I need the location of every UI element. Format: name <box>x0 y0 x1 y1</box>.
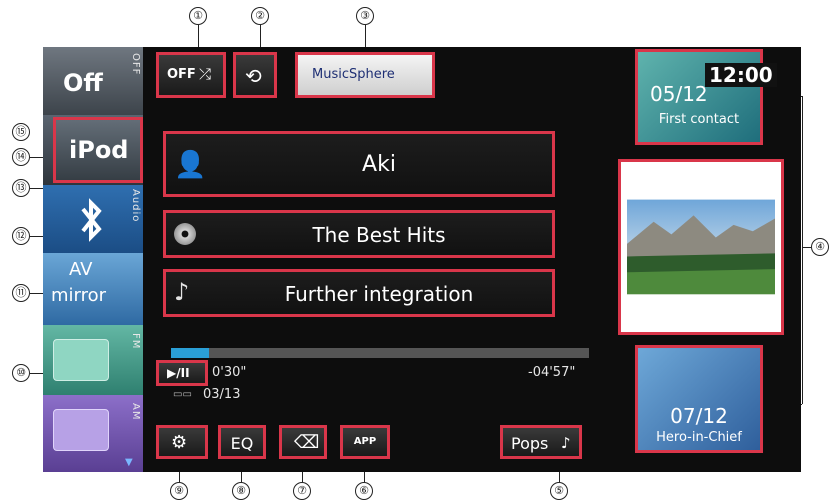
musicsphere-label: MusicSphere <box>312 67 395 82</box>
repeat-button[interactable]: ⟲ <box>233 52 277 98</box>
source-av-mirror-tile[interactable]: AV mirror <box>43 253 143 325</box>
music-note-icon: ♪ <box>174 278 190 306</box>
callout-9: ⑨ <box>170 482 188 500</box>
back-button[interactable]: ⌫ <box>279 425 327 459</box>
album-box[interactable]: The Best Hits <box>163 210 555 258</box>
source-bluetooth-tile[interactable]: Audio <box>43 185 143 253</box>
shuffle-icon: ⤮ <box>199 65 212 83</box>
bluetooth-icon <box>73 195 109 245</box>
device-screen: Off OFF iPod Audio AV mirror FM AM ▼ OFF… <box>43 47 801 472</box>
fm-radio-icon <box>53 339 109 381</box>
av-label: AV <box>69 259 93 280</box>
settings-button[interactable]: ⚙ <box>156 425 208 459</box>
source-am-tile[interactable]: AM ▼ <box>43 395 143 472</box>
album-name: The Best Hits <box>312 223 446 247</box>
progress-fill <box>171 348 209 358</box>
callout-6: ⑥ <box>355 482 373 500</box>
audio-vertical-label: Audio <box>130 189 141 223</box>
source-ipod-tile[interactable]: iPod <box>43 115 143 185</box>
callout-5: ⑤ <box>550 482 568 500</box>
callout-14: ⑭ <box>12 148 30 166</box>
source-ipod-label: iPod <box>69 136 129 164</box>
source-off-tile[interactable]: Off OFF <box>43 47 143 115</box>
callout-15: ⑮ <box>12 123 30 141</box>
remaining-time: -04'57" <box>528 365 576 380</box>
callout-8: ⑧ <box>232 482 250 500</box>
am-vertical-label: AM <box>130 403 141 421</box>
callout-3: ③ <box>356 7 374 25</box>
song-box[interactable]: ♪ Further integration <box>163 269 555 317</box>
shuffle-button[interactable]: OFF ⤮ <box>156 52 226 98</box>
track-counter-icon: ▭▭ <box>173 389 192 400</box>
shuffle-label: OFF <box>167 67 196 82</box>
album-art[interactable] <box>618 159 784 335</box>
song-title: Further integration <box>284 282 474 306</box>
gear-icon: ⚙ <box>171 432 188 453</box>
guitar-icon: ♪ <box>561 434 571 452</box>
eq-label: EQ <box>230 434 254 453</box>
scroll-down-icon[interactable]: ▼ <box>125 457 133 468</box>
play-pause-icon: ▶/II <box>167 366 190 380</box>
callout-7: ⑦ <box>293 482 311 500</box>
artist-name: Aki <box>362 152 396 177</box>
repeat-icon: ⟲ <box>245 64 262 88</box>
callout-12: ⑫ <box>12 227 30 245</box>
back-icon: ⌫ <box>294 432 320 453</box>
pops-eq-button[interactable]: Pops ♪ <box>500 425 582 459</box>
fm-vertical-label: FM <box>130 333 141 350</box>
mirror-label: mirror <box>51 285 107 306</box>
clock: 12:00 <box>705 63 777 87</box>
source-fm-tile[interactable]: FM <box>43 325 143 395</box>
play-pause-button[interactable]: ▶/II <box>156 360 208 386</box>
app-button[interactable]: APP <box>340 425 390 459</box>
track-number: 03/13 <box>203 387 241 402</box>
progress-track[interactable] <box>171 348 589 358</box>
callout-4: ④ <box>811 238 829 256</box>
lower-panel-date: 07/12 <box>670 404 728 428</box>
musicsphere-button[interactable]: MusicSphere <box>295 52 435 98</box>
lower-side-panel[interactable]: 07/12 Hero-in-Chief <box>635 345 763 453</box>
upper-panel-title: First contact <box>658 112 740 127</box>
callout-13: ⑬ <box>12 179 30 197</box>
callout-1: ① <box>189 7 207 25</box>
lower-panel-title: Hero-in-Chief <box>656 430 742 445</box>
album-art-image <box>627 168 775 326</box>
app-label: APP <box>353 436 377 447</box>
callout-11: ⑪ <box>12 284 30 302</box>
callout-10: ⑩ <box>12 364 30 382</box>
am-radio-icon <box>53 409 109 451</box>
source-off-label: Off <box>63 69 103 97</box>
artist-box[interactable]: 👤 Aki <box>163 131 555 197</box>
elapsed-time: 0'30" <box>212 365 247 380</box>
upper-panel-date: 05/12 <box>650 82 708 106</box>
artist-icon: 👤 <box>174 150 207 180</box>
callout-2: ② <box>251 7 269 25</box>
pops-label: Pops <box>511 434 549 453</box>
off-vertical-label: OFF <box>130 53 141 76</box>
eq-button[interactable]: EQ <box>218 425 266 459</box>
disc-icon <box>174 223 196 245</box>
